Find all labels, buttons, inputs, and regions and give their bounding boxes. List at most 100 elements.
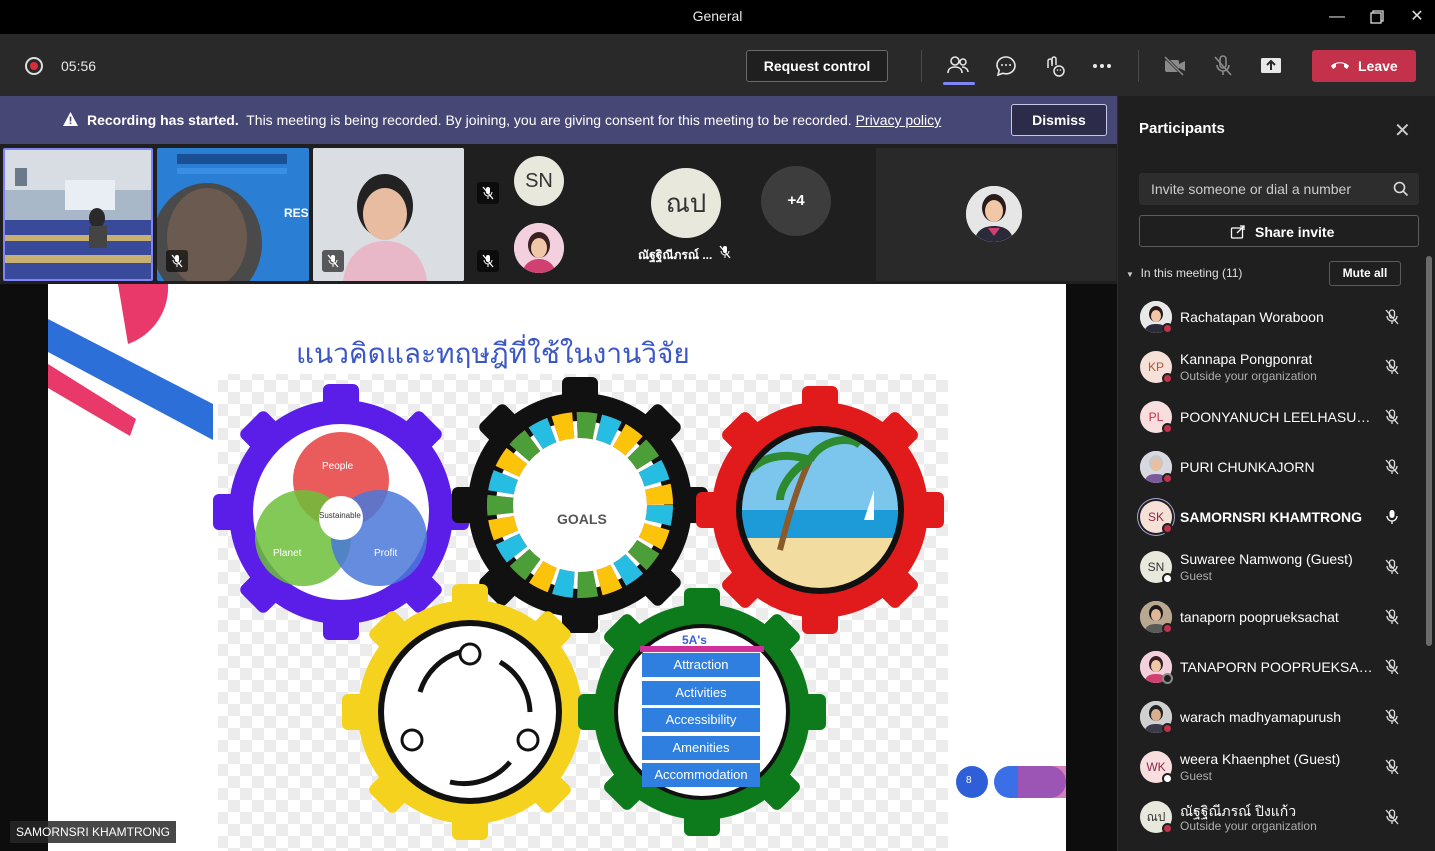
mic-off-icon bbox=[327, 254, 339, 268]
video-tile-classroom[interactable] bbox=[3, 148, 153, 281]
five-a-title: 5A's bbox=[682, 633, 707, 647]
video-tile-participant[interactable] bbox=[313, 148, 464, 281]
mic-muted-icon[interactable] bbox=[1383, 358, 1401, 376]
mic-off-icon[interactable] bbox=[1209, 52, 1237, 80]
presentation-slide: แนวคิดและทฤษฎีที่ใช้ในงานวิจัย People Pl… bbox=[48, 284, 1066, 851]
more-options-icon[interactable] bbox=[1088, 52, 1116, 80]
chevron-down-icon: ▼ bbox=[1126, 270, 1134, 279]
participant-row[interactable]: TANAPORN POOPRUEKSACHAT bbox=[1118, 642, 1428, 692]
participant-row[interactable]: PL POONYANUCH LEELHASUWAN bbox=[1118, 392, 1428, 442]
avatar-photo-image bbox=[514, 223, 564, 273]
chat-icon[interactable] bbox=[992, 52, 1020, 80]
dismiss-button[interactable]: Dismiss bbox=[1011, 104, 1107, 136]
phone-hangup-icon bbox=[1331, 62, 1349, 69]
share-icon bbox=[1230, 225, 1245, 239]
venn-sustainable-label: Sustainable bbox=[319, 511, 361, 520]
participant-row[interactable]: KP Kannapa Pongponrat Outside your organ… bbox=[1118, 342, 1428, 392]
meeting-timer: 05:56 bbox=[61, 58, 97, 74]
camera-off-icon[interactable] bbox=[1161, 52, 1189, 80]
meeting-toolbar: 05:56 Request control Leave bbox=[0, 34, 1435, 96]
status-offline-icon bbox=[1162, 573, 1173, 584]
avatar-photo[interactable] bbox=[514, 223, 564, 273]
video-tile-presenter-banner[interactable]: RES bbox=[157, 148, 309, 281]
mic-muted-icon[interactable] bbox=[1383, 408, 1401, 426]
participant-name: Rachatapan Woraboon bbox=[1180, 309, 1324, 325]
invite-search-input[interactable]: Invite someone or dial a number bbox=[1139, 173, 1419, 205]
minimize-icon[interactable]: — bbox=[1317, 4, 1357, 30]
participant-list: Rachatapan Woraboon KP Kannapa Pongponra… bbox=[1118, 292, 1428, 842]
slide-page-number: 8 bbox=[966, 775, 972, 786]
status-busy-icon bbox=[1162, 423, 1173, 434]
venn-people-label: People bbox=[322, 461, 354, 472]
share-screen-icon[interactable] bbox=[1257, 52, 1285, 80]
toolbar-divider bbox=[1138, 50, 1139, 82]
avatar-sn[interactable]: SN bbox=[514, 156, 564, 206]
avatar-thai-initials[interactable]: ณป bbox=[651, 168, 721, 238]
participant-name: Suwaree Namwong (Guest) bbox=[1180, 551, 1353, 567]
status-busy-icon bbox=[1162, 373, 1173, 384]
participant-row[interactable]: Rachatapan Woraboon bbox=[1118, 292, 1428, 342]
window-title: General bbox=[692, 8, 743, 24]
participant-row[interactable]: SK SAMORNSRI KHAMTRONG bbox=[1118, 492, 1428, 542]
participant-subtitle: Outside your organization bbox=[1180, 819, 1317, 833]
recording-icon bbox=[25, 57, 43, 75]
thai-participant-name: ณัฐฐิณีภรณ์ ... bbox=[638, 248, 713, 262]
privacy-policy-link[interactable]: Privacy policy bbox=[856, 112, 942, 128]
warning-icon bbox=[63, 112, 78, 126]
five-a-item: Accessibility bbox=[642, 708, 760, 732]
banner-message: Recording has started. This meeting is b… bbox=[87, 112, 941, 128]
status-offline-icon bbox=[1162, 773, 1173, 784]
mic-muted-icon[interactable] bbox=[1383, 608, 1401, 626]
status-busy-icon bbox=[1162, 523, 1173, 534]
mute-all-button[interactable]: Mute all bbox=[1329, 261, 1401, 286]
mic-muted-icon[interactable] bbox=[1383, 458, 1401, 476]
self-avatar-image bbox=[966, 186, 1022, 242]
participant-name: Kannapa Pongponrat bbox=[1180, 351, 1313, 367]
participant-row[interactable]: SN Suwaree Namwong (Guest) Guest bbox=[1118, 542, 1428, 592]
status-busy-icon bbox=[1162, 623, 1173, 634]
shared-content-stage: แนวคิดและทฤษฎีที่ใช้ในงานวิจัย People Pl… bbox=[0, 284, 1117, 851]
banner-text: This meeting is being recorded. By joini… bbox=[246, 112, 852, 128]
panel-title: Participants bbox=[1139, 120, 1225, 137]
mic-muted-icon[interactable] bbox=[1383, 758, 1401, 776]
participant-name: warach madhyamapurush bbox=[1180, 709, 1342, 725]
status-busy-icon bbox=[1162, 723, 1173, 734]
mic-muted-icon[interactable] bbox=[1383, 658, 1401, 676]
venn-planet-label: Planet bbox=[273, 548, 302, 559]
participant-row[interactable]: warach madhyamapurush bbox=[1118, 692, 1428, 742]
close-icon[interactable]: ✕ bbox=[1394, 118, 1411, 143]
five-a-item: Amenities bbox=[642, 735, 760, 760]
search-icon bbox=[1393, 181, 1409, 197]
participant-row[interactable]: WK weera Khaenphet (Guest) Guest bbox=[1118, 742, 1428, 792]
panel-scrollbar[interactable] bbox=[1426, 256, 1432, 646]
speaker-name-tag: SAMORNSRI KHAMTRONG bbox=[10, 821, 177, 843]
mic-off-icon bbox=[482, 186, 494, 200]
participant-row[interactable]: tanaporn pooprueksachat bbox=[1118, 592, 1428, 642]
share-invite-button[interactable]: Share invite bbox=[1139, 215, 1419, 247]
mic-on-icon[interactable] bbox=[1383, 508, 1401, 526]
share-invite-label: Share invite bbox=[1255, 224, 1335, 240]
invite-search-placeholder: Invite someone or dial a number bbox=[1151, 181, 1351, 197]
self-avatar bbox=[966, 186, 1022, 242]
status-busy-icon bbox=[1162, 323, 1173, 334]
mic-muted-icon[interactable] bbox=[1383, 808, 1401, 826]
restore-icon[interactable] bbox=[1357, 4, 1397, 30]
venn-profit-label: Profit bbox=[374, 548, 398, 559]
mic-muted-icon[interactable] bbox=[1383, 308, 1401, 326]
close-window-icon[interactable]: ✕ bbox=[1397, 4, 1435, 30]
participant-row[interactable]: ณป ณัฐฐิณีภรณ์ ปิงแก้ว Outside your orga… bbox=[1118, 792, 1428, 842]
tile-mute-badge bbox=[477, 182, 499, 204]
participant-row[interactable]: PURI CHUNKAJORN bbox=[1118, 442, 1428, 492]
in-meeting-section[interactable]: ▼ In this meeting (11) bbox=[1126, 266, 1242, 280]
tile-banner-text: RES bbox=[284, 206, 309, 220]
participants-icon[interactable] bbox=[944, 52, 972, 80]
leave-button[interactable]: Leave bbox=[1312, 50, 1416, 82]
window-titlebar: General — ✕ bbox=[0, 0, 1435, 34]
self-view-tile[interactable] bbox=[876, 148, 1116, 281]
tile-mute-badge bbox=[477, 250, 499, 272]
overflow-participants-button[interactable]: +4 bbox=[761, 166, 831, 236]
reactions-icon[interactable] bbox=[1040, 52, 1068, 80]
mic-muted-icon[interactable] bbox=[1383, 558, 1401, 576]
mic-muted-icon[interactable] bbox=[1383, 708, 1401, 726]
request-control-button[interactable]: Request control bbox=[746, 50, 888, 82]
